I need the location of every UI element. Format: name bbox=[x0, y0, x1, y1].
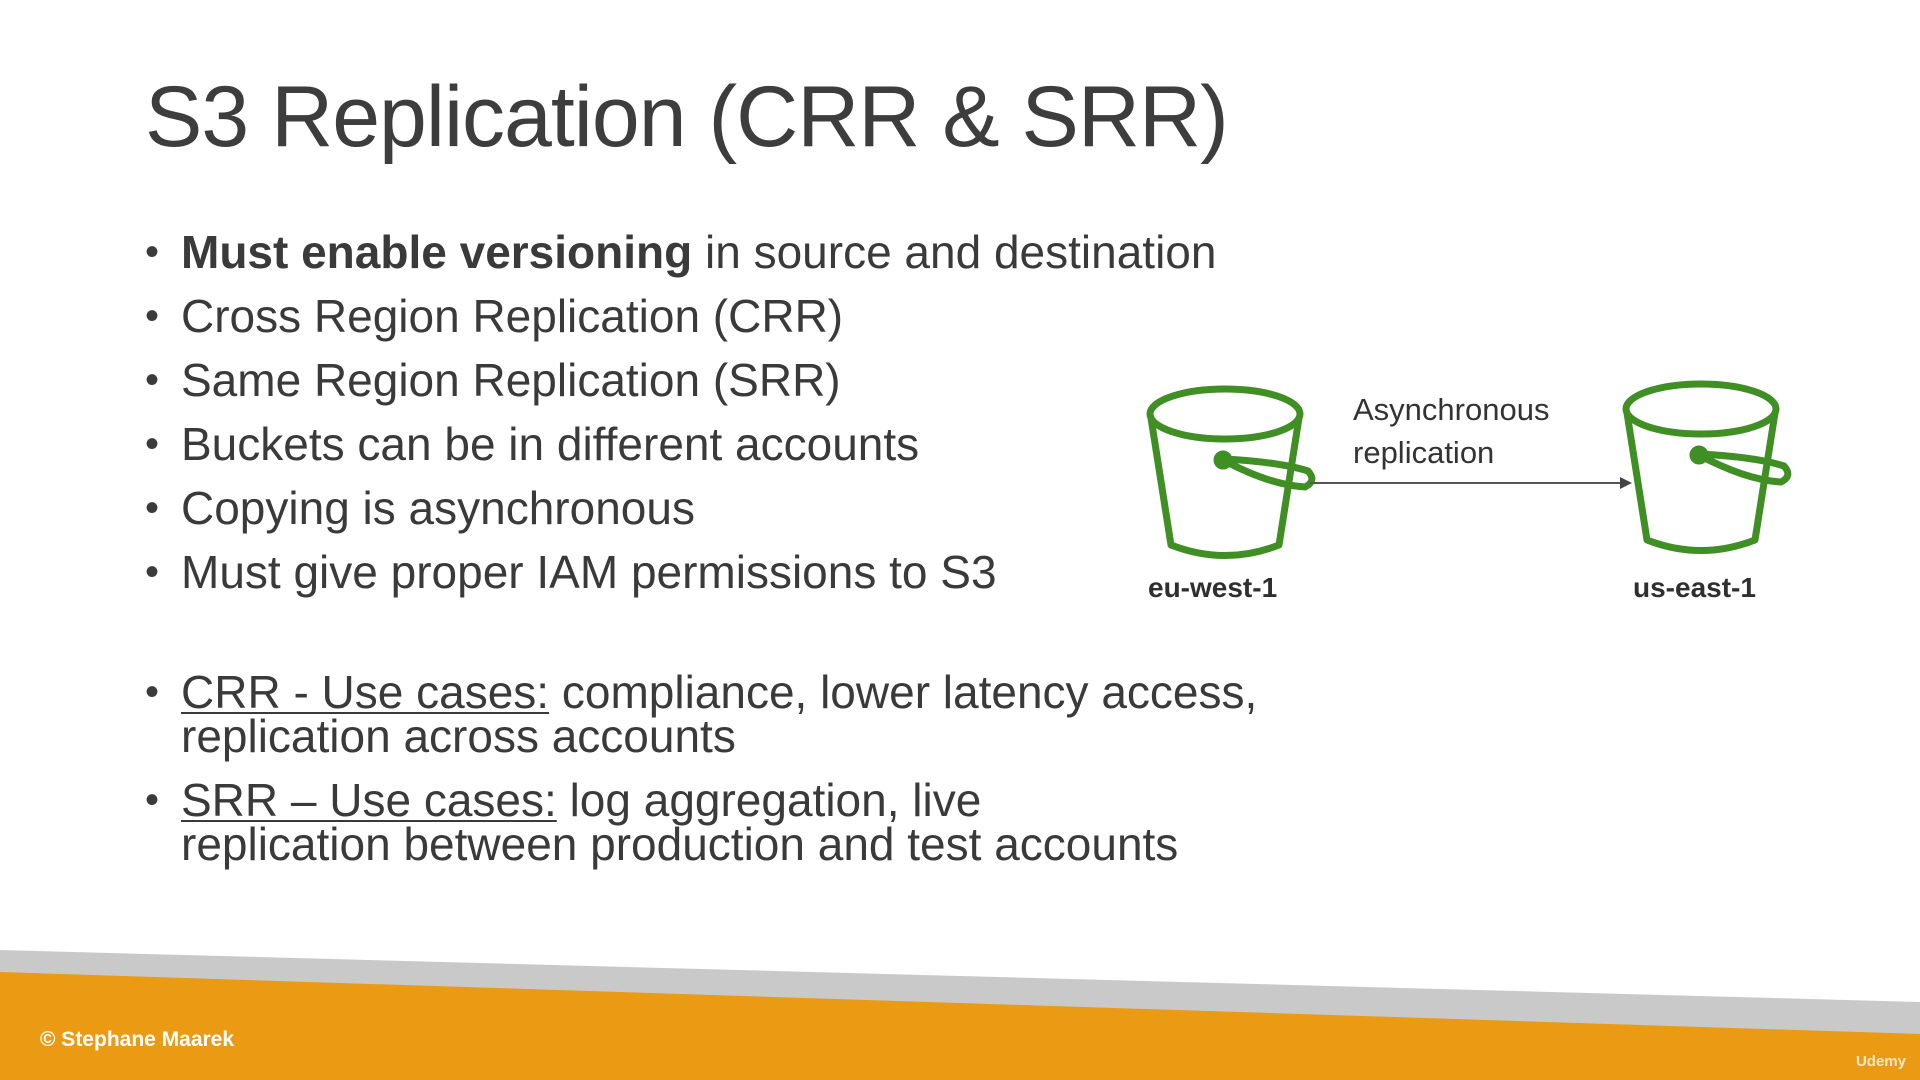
destination-region-label: us-east-1 bbox=[1633, 572, 1756, 603]
slide-title: S3 Replication (CRR & SRR) bbox=[145, 69, 1229, 165]
bullet-bold-text: Must enable versioning bbox=[181, 226, 693, 278]
bullet-text: Buckets can be in different accounts bbox=[181, 418, 920, 470]
bullet-text: Same Region Replication (SRR) bbox=[181, 354, 841, 406]
slide: S3 Replication (CRR & SRR) Must enable v… bbox=[0, 0, 1920, 1080]
footer-band bbox=[0, 950, 1920, 1080]
replication-label: Asynchronous replication bbox=[1353, 388, 1583, 474]
s3-bucket-icon bbox=[1622, 380, 1792, 554]
bullet-item: Buckets can be in different accounts bbox=[145, 412, 1216, 476]
replication-label-line1: Asynchronous bbox=[1353, 392, 1550, 427]
copyright-text: © Stephane Maarek bbox=[40, 1028, 235, 1051]
bullet-item: Must give proper IAM permissions to S3 bbox=[145, 540, 1216, 604]
arrow-right-icon bbox=[1310, 477, 1632, 489]
use-case-list: CRR - Use cases: compliance, lower laten… bbox=[145, 669, 1271, 886]
bullet-list: Must enable versioning in source and des… bbox=[145, 220, 1216, 604]
bullet-item: Must enable versioning in source and des… bbox=[145, 220, 1216, 284]
s3-bucket-icon bbox=[1146, 385, 1316, 559]
bullet-text: Cross Region Replication (CRR) bbox=[181, 290, 844, 342]
bullet-item: Copying is asynchronous bbox=[145, 476, 1216, 540]
source-region-label: eu-west-1 bbox=[1148, 572, 1278, 603]
bullet-text: Copying is asynchronous bbox=[181, 482, 695, 534]
bullet-text: Must give proper IAM permissions to S3 bbox=[181, 546, 997, 598]
bullet-item: Cross Region Replication (CRR) bbox=[145, 284, 1216, 348]
bullet-item: Same Region Replication (SRR) bbox=[145, 348, 1216, 412]
replication-diagram: Asynchronous replication eu-west-1 us-ea… bbox=[1130, 370, 1830, 630]
replication-label-line2: replication bbox=[1353, 435, 1495, 470]
bullet-text: in source and destination bbox=[692, 226, 1217, 278]
udemy-watermark: Udemy bbox=[1855, 1053, 1906, 1070]
use-case-item-crr: CRR - Use cases: compliance, lower laten… bbox=[145, 669, 1271, 759]
use-case-item-srr: SRR – Use cases: log aggregation, live r… bbox=[145, 777, 1201, 867]
